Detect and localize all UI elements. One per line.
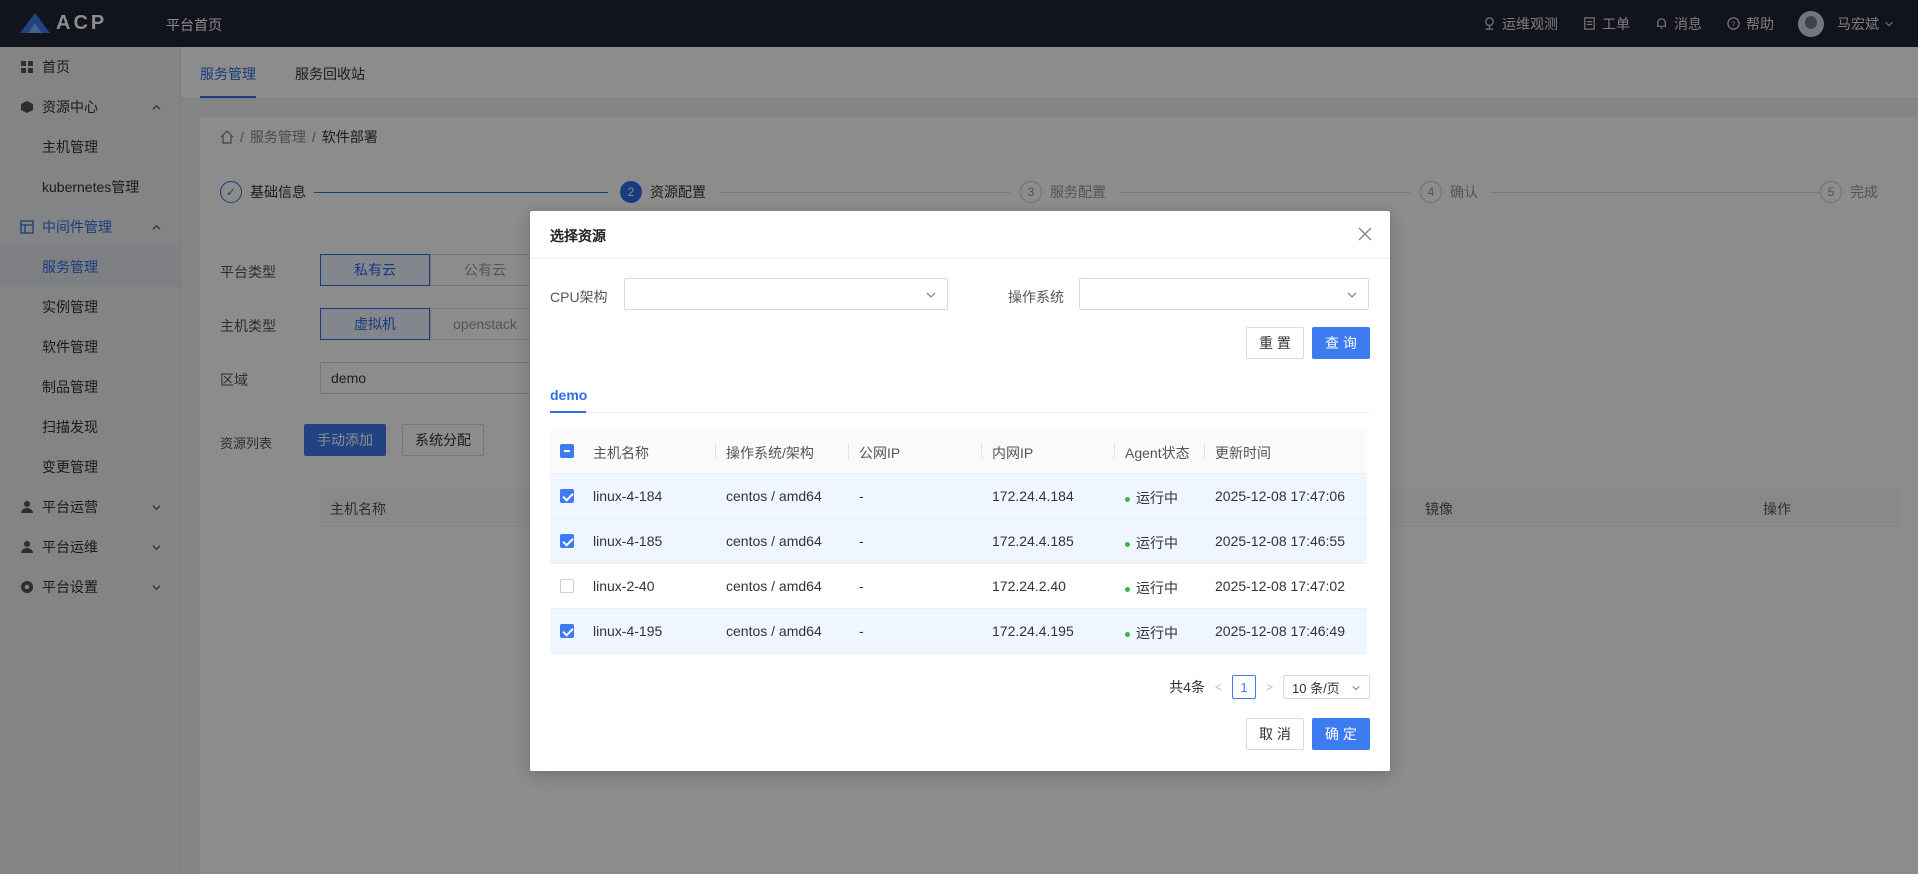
page-number[interactable]: 1 — [1231, 675, 1256, 699]
status-dot — [1125, 541, 1130, 547]
dialog-header: 选择资源 — [530, 211, 1390, 259]
next-page-icon[interactable]: > — [1266, 680, 1273, 694]
page-size-select[interactable]: 10 条/页 — [1283, 675, 1370, 699]
chevron-down-icon — [926, 292, 936, 298]
cell-updated-time: 2025-12-08 17:47:06 — [1215, 488, 1345, 504]
close-icon[interactable] — [1358, 227, 1372, 241]
table-row[interactable]: linux-4-185 centos / amd64 - 172.24.4.18… — [550, 519, 1367, 564]
status-dot — [1125, 586, 1130, 592]
confirm-button[interactable]: 确 定 — [1312, 718, 1370, 750]
host-table: 主机名称 操作系统/架构 公网IP 内网IP Agent状态 更新时间 linu… — [550, 429, 1367, 654]
pagination: 共4条 < 1 > 10 条/页 — [1169, 675, 1370, 699]
table-header-row: 主机名称 操作系统/架构 公网IP 内网IP Agent状态 更新时间 — [550, 429, 1367, 474]
cell-private-ip: 172.24.4.184 — [992, 488, 1074, 504]
cell-updated-time: 2025-12-08 17:46:55 — [1215, 533, 1345, 549]
row-checkbox[interactable] — [560, 579, 574, 593]
dialog-title: 选择资源 — [550, 228, 606, 244]
cell-os-arch: centos / amd64 — [726, 533, 822, 549]
column-separator — [715, 443, 716, 459]
cell-agent-status: 运行中 — [1125, 533, 1178, 553]
column-updated-time: 更新时间 — [1215, 445, 1271, 461]
cell-public-ip: - — [859, 533, 864, 549]
cell-private-ip: 172.24.2.40 — [992, 578, 1066, 594]
tab-region-demo[interactable]: demo — [550, 387, 587, 403]
select-resource-dialog: 选择资源 CPU架构 操作系统 重 置 查 询 demo 主机名称 操作系统/架… — [530, 211, 1390, 771]
page-size-value: 10 条/页 — [1292, 680, 1340, 696]
column-os-arch: 操作系统/架构 — [726, 445, 814, 461]
select-all-checkbox[interactable] — [560, 444, 574, 458]
row-checkbox[interactable] — [560, 534, 574, 548]
cell-agent-status: 运行中 — [1125, 623, 1178, 643]
cell-public-ip: - — [859, 578, 864, 594]
tab-divider — [550, 412, 1370, 413]
column-public-ip: 公网IP — [859, 445, 901, 461]
cell-os-arch: centos / amd64 — [726, 578, 822, 594]
status-dot — [1125, 631, 1130, 637]
tab-active-indicator — [550, 411, 586, 413]
table-row[interactable]: linux-4-195 centos / amd64 - 172.24.4.19… — [550, 609, 1367, 654]
cell-os-arch: centos / amd64 — [726, 623, 822, 639]
row-checkbox[interactable] — [560, 489, 574, 503]
cell-private-ip: 172.24.4.185 — [992, 533, 1074, 549]
cell-updated-time: 2025-12-08 17:47:02 — [1215, 578, 1345, 594]
table-row[interactable]: linux-2-40 centos / amd64 - 172.24.2.40 … — [550, 564, 1367, 609]
cell-os-arch: centos / amd64 — [726, 488, 822, 504]
cpu-arch-select[interactable] — [624, 278, 948, 310]
column-separator — [848, 443, 849, 459]
table-row[interactable]: linux-4-184 centos / amd64 - 172.24.4.18… — [550, 474, 1367, 519]
column-separator — [1114, 443, 1115, 459]
prev-page-icon[interactable]: < — [1215, 680, 1222, 694]
cpu-arch-label: CPU架构 — [550, 289, 608, 305]
status-dot — [1125, 496, 1130, 502]
cell-public-ip: - — [859, 488, 864, 504]
cell-public-ip: - — [859, 623, 864, 639]
row-checkbox[interactable] — [560, 624, 574, 638]
chevron-down-icon — [1352, 685, 1360, 691]
column-agent-status: Agent状态 — [1125, 445, 1190, 461]
column-host-name: 主机名称 — [593, 445, 649, 461]
os-select[interactable] — [1079, 278, 1369, 310]
cancel-button[interactable]: 取 消 — [1246, 718, 1304, 750]
query-button[interactable]: 查 询 — [1312, 327, 1370, 359]
reset-button[interactable]: 重 置 — [1246, 327, 1304, 359]
column-private-ip: 内网IP — [992, 445, 1034, 461]
cell-updated-time: 2025-12-08 17:46:49 — [1215, 623, 1345, 639]
column-separator — [1204, 443, 1205, 459]
cell-host-name: linux-2-40 — [593, 578, 655, 594]
os-label: 操作系统 — [1008, 289, 1064, 305]
cell-host-name: linux-4-184 — [593, 488, 663, 504]
cell-private-ip: 172.24.4.195 — [992, 623, 1074, 639]
cell-host-name: linux-4-195 — [593, 623, 663, 639]
chevron-down-icon — [1347, 292, 1357, 298]
total-count: 共4条 — [1169, 679, 1205, 695]
cell-agent-status: 运行中 — [1125, 578, 1178, 598]
cell-agent-status: 运行中 — [1125, 488, 1178, 508]
column-separator — [981, 443, 982, 459]
cell-host-name: linux-4-185 — [593, 533, 663, 549]
